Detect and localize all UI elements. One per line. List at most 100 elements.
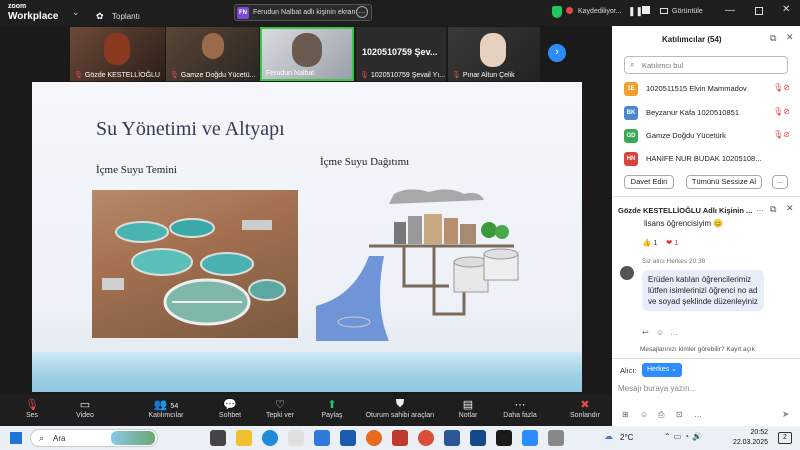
firefox-icon[interactable]	[366, 430, 382, 446]
screenshot-icon[interactable]: ⊡	[676, 410, 683, 419]
tile-name: 🎙 Gamze Doğdu Yücetü...	[170, 72, 256, 79]
more-options-icon[interactable]: …	[356, 6, 368, 18]
outlook-icon[interactable]	[340, 430, 356, 446]
close-chat-icon[interactable]: ✕	[786, 203, 794, 214]
app-icon[interactable]	[470, 430, 486, 446]
participants-button[interactable]: 👥 54 Katılımcılar	[136, 398, 196, 419]
reply-icon[interactable]: ↩	[642, 328, 649, 337]
video-tile[interactable]: 🎙 Gözde KESTELLİOĞLU	[70, 27, 165, 81]
search-highlight-icon	[111, 431, 155, 445]
sharing-indicator[interactable]: FN Ferudun Nalbat adlı kişinin ekranı …	[234, 4, 372, 21]
emoji-icon[interactable]: ☺	[640, 410, 648, 419]
search-input[interactable]: Katılımcı bul	[642, 61, 683, 70]
video-button[interactable]: ▭ Video	[55, 398, 115, 419]
mic-video-muted-icon: 🎙⊘	[773, 130, 790, 139]
slide-subtitle-right: İçme Suyu Dağıtımı	[320, 156, 410, 168]
pdf-icon[interactable]	[392, 430, 408, 446]
weather-icon: ☁	[604, 431, 613, 441]
more-button[interactable]: ...	[772, 175, 788, 189]
app-icon[interactable]	[548, 430, 564, 446]
participant-row[interactable]: HN HANİFE NUR BUDAK 10205108...	[624, 150, 794, 168]
audio-button[interactable]: 🎙 Ses	[2, 398, 62, 419]
close-icon[interactable]: ✕	[782, 4, 790, 15]
edge-icon[interactable]	[262, 430, 278, 446]
message-input[interactable]: Mesajı buraya yazın...	[618, 384, 696, 393]
share-button[interactable]: ⬆ Paylaş	[302, 398, 362, 419]
file-icon[interactable]: ⎙	[658, 410, 664, 420]
terminal-icon[interactable]	[496, 430, 512, 446]
taskbar-search[interactable]: ⌕ Ara	[30, 429, 158, 447]
meeting-label: Toplantı	[112, 12, 141, 21]
heart-icon: ♡	[275, 399, 285, 411]
word-icon[interactable]	[444, 430, 460, 446]
participant-name: Beyzanur Kafa 1020510851	[646, 108, 739, 117]
notes-button[interactable]: ▤ Notlar	[438, 398, 498, 419]
clock-time[interactable]: 20:52	[738, 429, 768, 436]
video-tile[interactable]: 🎙 Gamze Doğdu Yücetü...	[166, 27, 259, 81]
windows-start-icon[interactable]	[10, 432, 22, 444]
app-logo-line2: Workplace	[8, 11, 59, 22]
video-tile-active[interactable]: Ferudun Nalbat	[260, 27, 354, 81]
mail-icon[interactable]	[314, 430, 330, 446]
send-icon[interactable]: ➤	[782, 409, 790, 420]
next-page-icon[interactable]: ›	[548, 44, 566, 62]
tray-icons[interactable]: ⌃▭◔🔊	[664, 432, 705, 441]
divider	[612, 358, 800, 359]
participant-search[interactable]: ⌕ Katılımcı bul	[624, 56, 788, 74]
react-button[interactable]: ♡ Tepki ver	[250, 398, 310, 419]
close-panel-icon[interactable]: ✕	[786, 32, 794, 43]
format-icon[interactable]: ⊞	[622, 410, 629, 419]
store-icon[interactable]	[288, 430, 304, 446]
more-button[interactable]: ⋯ Daha fazla	[490, 398, 550, 419]
chevron-down-icon[interactable]: ⌄	[72, 7, 80, 18]
stop-icon[interactable]	[642, 6, 650, 14]
view-button[interactable]: Görüntüle	[672, 8, 703, 15]
participant-row[interactable]: 1E 1020511515 Elvin Mammadov 🎙⊘	[624, 80, 794, 98]
more-options-icon[interactable]: …	[670, 328, 678, 337]
avatar: 1E	[624, 82, 638, 96]
slide-title: Su Yönetimi ve Altyapı	[96, 118, 285, 140]
meeting-menu[interactable]: ✿ Toplantı	[96, 6, 140, 24]
recipient-dropdown[interactable]: Herkes ⌄	[642, 363, 682, 377]
more-options-icon[interactable]: …	[694, 410, 702, 419]
search-label: Ara	[53, 434, 66, 443]
mic-muted-icon: 🎙	[74, 72, 83, 79]
video-tile[interactable]: 1020510759 Şev... 🎙 1020510759 Şevail Yı.…	[356, 27, 446, 81]
recipient-value: Herkes	[647, 366, 670, 373]
pause-icon[interactable]: ❚❚	[628, 6, 643, 17]
recording-dot-icon	[566, 7, 573, 14]
participant-row[interactable]: GD Gamze Doğdu Yücetürk 🎙⊘	[624, 127, 794, 145]
invite-button[interactable]: Davet Edin	[624, 175, 674, 189]
popout-icon[interactable]: ⧉	[770, 33, 776, 44]
tool-label: Video	[76, 412, 94, 419]
end-button[interactable]: ✖ Sonlandır	[555, 398, 615, 419]
clock-date[interactable]: 22.03.2025	[724, 439, 768, 446]
weather-text[interactable]: 2°C	[620, 433, 633, 442]
participant-photo	[480, 33, 506, 67]
tool-label: Tepki ver	[265, 412, 294, 419]
chrome-icon[interactable]	[418, 430, 434, 446]
task-view-icon[interactable]	[210, 430, 226, 446]
participant-name: 1020511515 Elvin Mammadov	[646, 84, 747, 93]
reaction-like[interactable]: 👍 1	[642, 238, 658, 247]
mic-muted-icon: 🎙	[452, 72, 461, 79]
top-bar: zoom Workplace ⌄ ✿ Toplantı FN Ferudun N…	[0, 0, 800, 26]
reaction-heart[interactable]: ❤ 1	[666, 238, 679, 247]
participant-row[interactable]: BK Beyzanur Kafa 1020510851 🎙⊘	[624, 104, 794, 122]
popout-icon[interactable]: ⧉	[770, 204, 776, 215]
video-tile[interactable]: 🎙 Pınar Altun Çelik	[448, 27, 540, 81]
mute-all-button[interactable]: Tümünü Sessize Al	[686, 175, 762, 189]
visibility-note[interactable]: Mesajlarınızı kimler görebilir? Kayıt aç…	[640, 346, 755, 353]
maximize-icon[interactable]	[755, 7, 763, 15]
mic-video-muted-icon: 🎙⊘	[773, 107, 790, 116]
search-icon: ⌕	[630, 60, 635, 69]
more-options-icon[interactable]: …	[756, 204, 764, 213]
minimize-icon[interactable]: —	[725, 5, 735, 16]
participant-name: HANİFE NUR BUDAK 10205108...	[646, 154, 762, 163]
emoji-icon[interactable]: ☺	[656, 328, 664, 337]
host-tools-button[interactable]: ⛊ Oturum sahibi araçları	[360, 398, 440, 419]
file-explorer-icon[interactable]	[236, 430, 252, 446]
zoom-taskbar-icon[interactable]	[522, 430, 538, 446]
paw-icon: ✿	[96, 11, 104, 21]
notification-count[interactable]: 2	[778, 432, 792, 444]
